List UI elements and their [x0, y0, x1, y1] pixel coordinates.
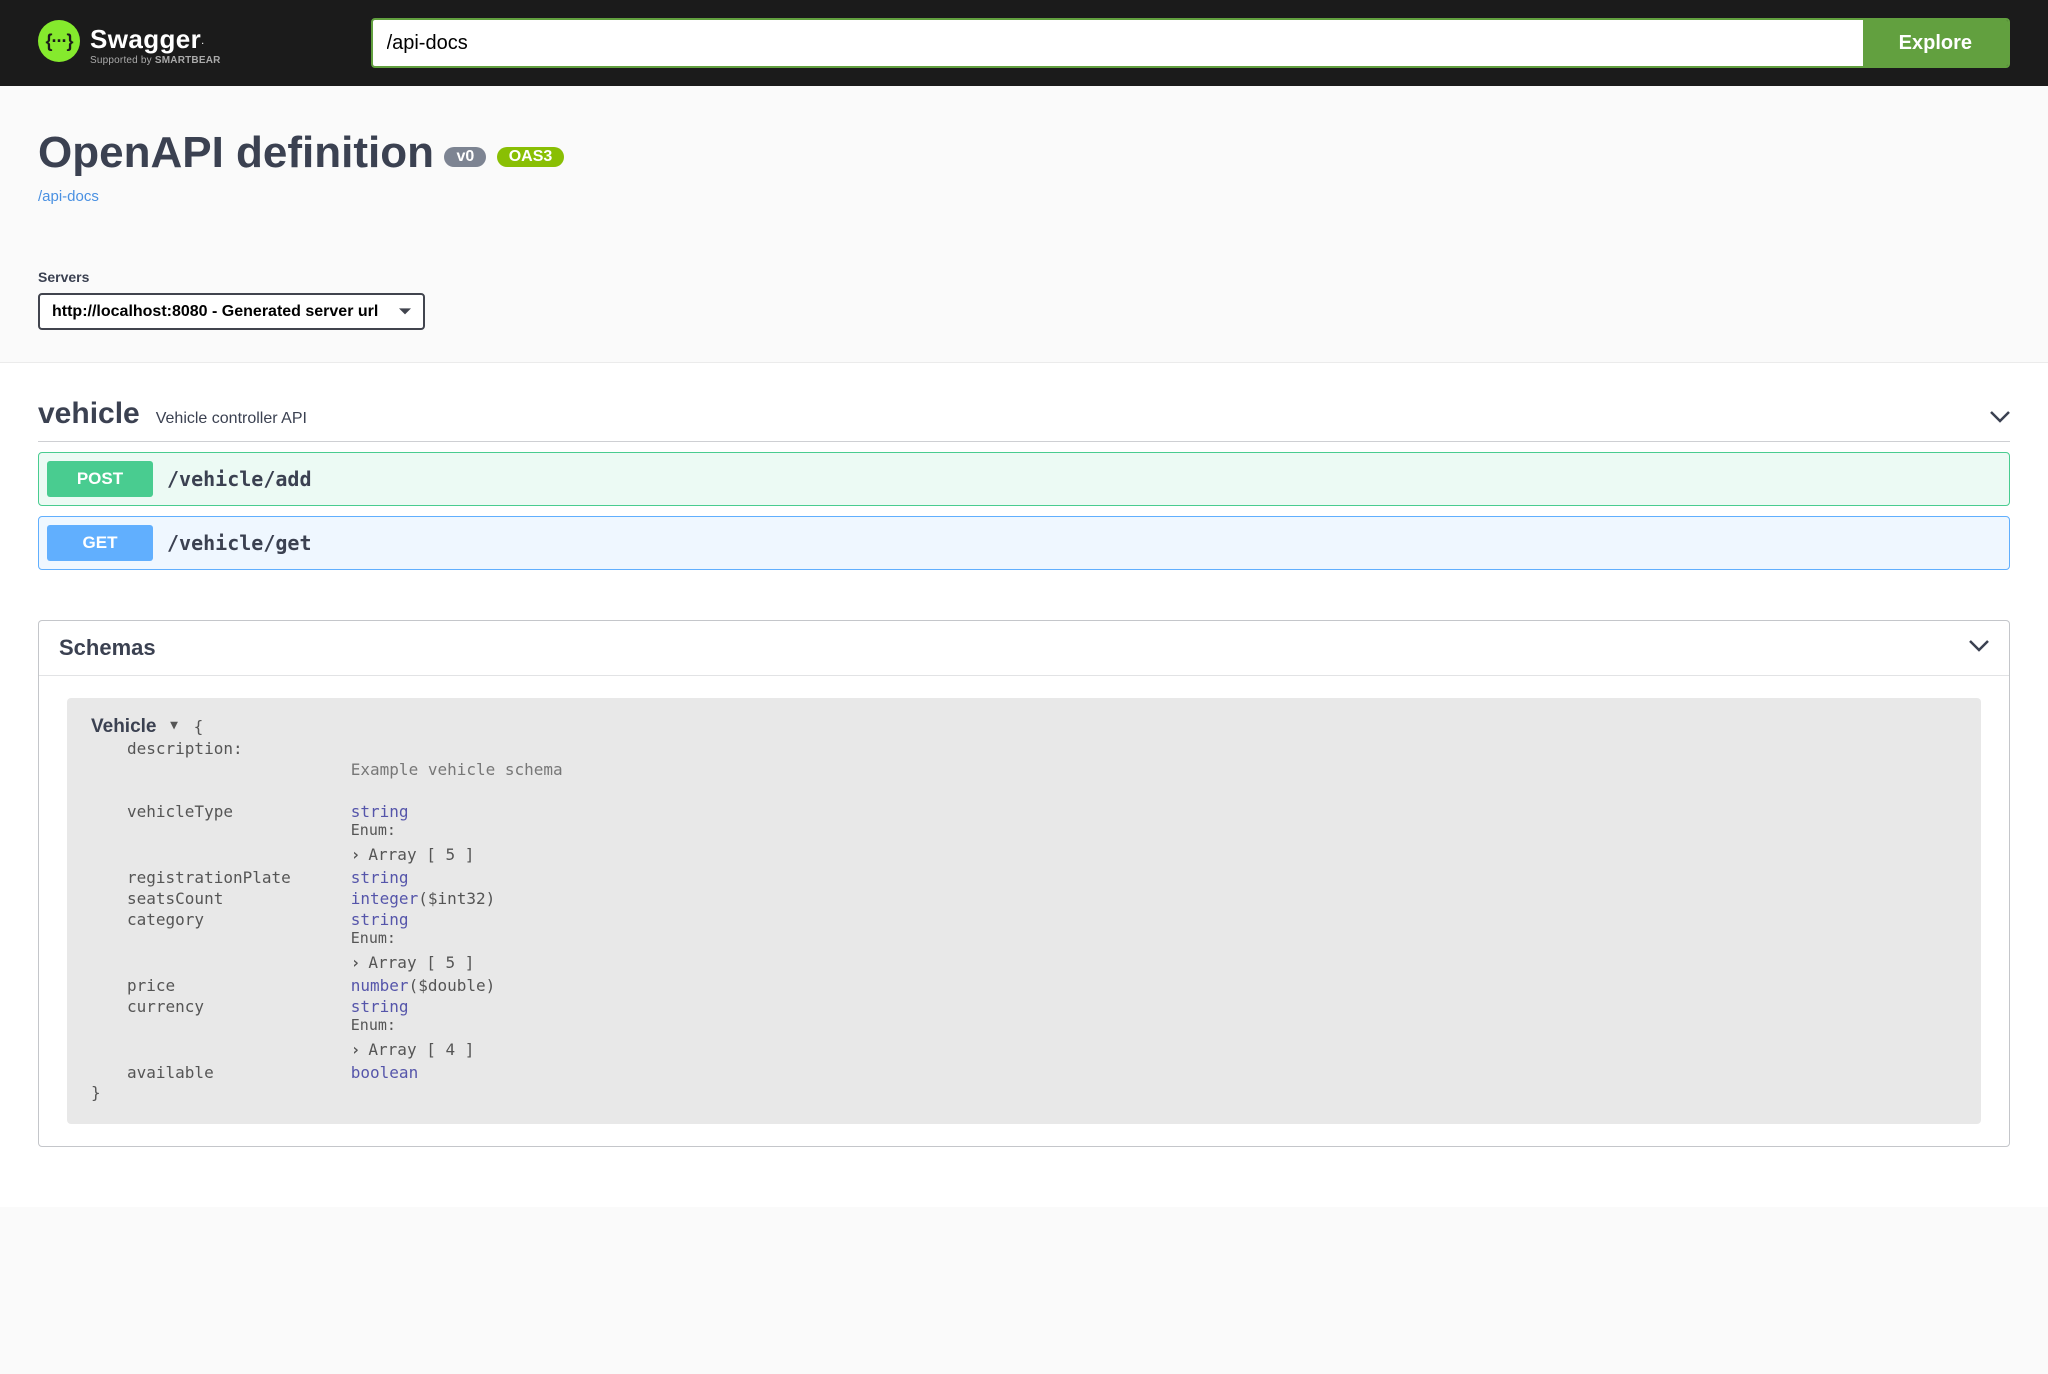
- explore-button[interactable]: Explore: [1863, 20, 2008, 66]
- prop-type: boolean: [351, 1063, 418, 1082]
- schema-description-key: description:: [127, 738, 351, 759]
- version-badge: v0: [444, 147, 486, 167]
- chevron-right-icon: ›: [351, 953, 361, 972]
- swagger-logo[interactable]: {···} Swagger. Supported by SMARTBEAR: [38, 20, 221, 66]
- close-brace: }: [91, 1083, 1957, 1102]
- enum-label: Enum:: [351, 821, 563, 839]
- prop-type: string: [351, 868, 409, 887]
- caret-down-icon[interactable]: ▼: [170, 718, 178, 733]
- servers-dropdown[interactable]: http://localhost:8080 - Generated server…: [38, 293, 425, 330]
- prop-type: string: [351, 802, 409, 821]
- enum-expand[interactable]: › Array [ 5 ]: [351, 953, 475, 972]
- schemas-title: Schemas: [59, 635, 156, 661]
- prop-key: price: [127, 975, 351, 996]
- docs-url-link[interactable]: /api-docs: [38, 188, 2010, 205]
- tag-name: vehicle: [38, 397, 140, 431]
- servers-label: Servers: [38, 269, 2010, 285]
- tag-section-vehicle: vehicle Vehicle controller API POST /veh…: [38, 363, 2010, 570]
- enum-label: Enum:: [351, 1016, 563, 1034]
- servers-section: Servers http://localhost:8080 - Generate…: [0, 269, 2048, 354]
- topbar: {···} Swagger. Supported by SMARTBEAR Ex…: [0, 0, 2048, 86]
- tag-collapse-toggle[interactable]: [1990, 410, 2010, 428]
- open-brace: {: [194, 717, 204, 736]
- prop-key: vehicleType: [127, 801, 351, 840]
- schemas-collapse-toggle[interactable]: [1969, 639, 1989, 657]
- schema-name[interactable]: Vehicle: [91, 716, 157, 737]
- schema-vehicle: Vehicle ▼ { description: Example vehicle…: [67, 698, 1981, 1124]
- chevron-down-icon: [1969, 639, 1989, 651]
- prop-key: currency: [127, 996, 351, 1035]
- api-title: OpenAPI definition: [38, 128, 434, 177]
- prop-type: integer: [351, 889, 418, 908]
- prop-key: registrationPlate: [127, 867, 351, 888]
- prop-format: ($int32): [418, 889, 495, 908]
- enum-label: Enum:: [351, 929, 563, 947]
- info-section: OpenAPI definition v0 OAS3 /api-docs: [0, 86, 2048, 223]
- operation-path: /vehicle/get: [167, 531, 312, 555]
- schemas-header[interactable]: Schemas: [39, 621, 2009, 676]
- oas-badge: OAS3: [497, 147, 565, 167]
- chevron-right-icon: ›: [351, 845, 361, 864]
- chevron-right-icon: ›: [351, 1040, 361, 1059]
- prop-key: category: [127, 909, 351, 948]
- tag-header[interactable]: vehicle Vehicle controller API: [38, 397, 2010, 442]
- schema-description: Example vehicle schema: [351, 759, 563, 780]
- prop-type: string: [351, 997, 409, 1016]
- swagger-logo-text: Swagger. Supported by SMARTBEAR: [90, 20, 221, 66]
- http-method-badge: GET: [47, 525, 153, 561]
- brand-name: Swagger: [90, 24, 201, 54]
- chevron-down-icon: [1990, 410, 2010, 422]
- spec-url-form: Explore: [371, 18, 2010, 68]
- main-content: vehicle Vehicle controller API POST /veh…: [0, 362, 2048, 1207]
- enum-expand[interactable]: › Array [ 4 ]: [351, 1040, 475, 1059]
- spec-url-input[interactable]: [373, 20, 1863, 66]
- enum-expand[interactable]: › Array [ 5 ]: [351, 845, 475, 864]
- swagger-icon: {···}: [38, 20, 80, 62]
- schemas-body: Vehicle ▼ { description: Example vehicle…: [39, 676, 2009, 1146]
- http-method-badge: POST: [47, 461, 153, 497]
- operation-path: /vehicle/add: [167, 467, 312, 491]
- prop-key: seatsCount: [127, 888, 351, 909]
- prop-key: available: [127, 1062, 351, 1083]
- prop-type: string: [351, 910, 409, 929]
- prop-type: number: [351, 976, 409, 995]
- operation-vehicle-get[interactable]: GET /vehicle/get: [38, 516, 2010, 570]
- brand-supported-by: Supported by SMARTBEAR: [90, 55, 221, 66]
- prop-format: ($double): [409, 976, 496, 995]
- tag-description: Vehicle controller API: [156, 410, 307, 428]
- operation-vehicle-add[interactable]: POST /vehicle/add: [38, 452, 2010, 506]
- schemas-section: Schemas Vehicle ▼ { description:: [38, 620, 2010, 1147]
